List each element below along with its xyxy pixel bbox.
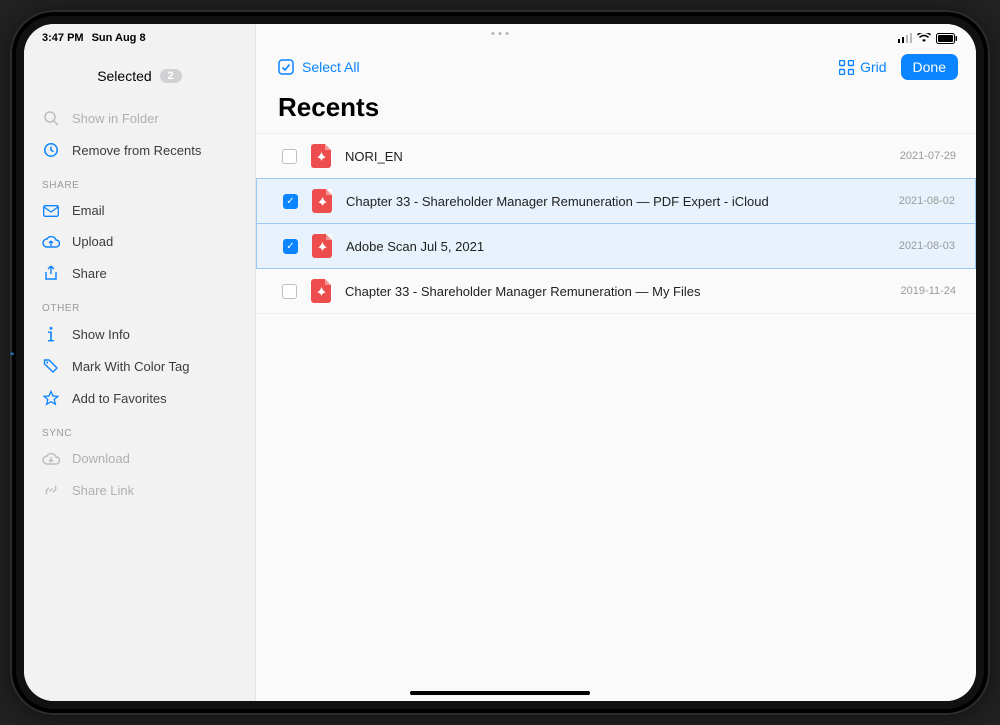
sidebar-item-show-info[interactable]: Show Info xyxy=(24,318,255,350)
share-icon xyxy=(42,265,60,281)
screen: 3:47 PM Sun Aug 8 Selected xyxy=(24,24,976,701)
done-button[interactable]: Done xyxy=(901,54,958,80)
file-row[interactable]: ✓ Chapter 33 - Shareholder Manager Remune… xyxy=(256,178,976,224)
grid-view-button[interactable]: Grid xyxy=(839,59,886,75)
battery-icon xyxy=(936,33,958,44)
sidebar-item-upload[interactable]: Upload xyxy=(24,226,255,257)
sidebar-item-email[interactable]: Email xyxy=(24,195,255,226)
select-all-label: Select All xyxy=(302,59,360,75)
clock-icon xyxy=(42,142,60,158)
pdf-file-icon xyxy=(312,189,332,213)
file-name: Chapter 33 - Shareholder Manager Remuner… xyxy=(346,194,885,209)
sidebar-item-share[interactable]: Share xyxy=(24,257,255,289)
tablet-frame: 3:47 PM Sun Aug 8 Selected xyxy=(10,10,990,715)
multitask-indicator-icon[interactable] xyxy=(492,32,509,35)
sidebar-item-remove-from-recents[interactable]: Remove from Recents xyxy=(24,134,255,166)
row-checkbox[interactable]: ✓ xyxy=(283,239,298,254)
sidebar-item-mark-with-color-tag[interactable]: Mark With Color Tag xyxy=(24,350,255,382)
file-date: 2021-08-02 xyxy=(899,195,955,207)
sidebar-item-label: Show in Folder xyxy=(72,111,159,126)
status-time: 3:47 PM xyxy=(42,32,84,44)
select-all-button[interactable]: Select All xyxy=(278,59,360,75)
sidebar-item-label: Share xyxy=(72,266,107,281)
cloud-icon xyxy=(42,235,60,249)
sidebar-item-label: Email xyxy=(72,203,105,218)
multitask-dots-icon xyxy=(10,349,12,359)
pdf-file-icon xyxy=(311,279,331,303)
file-date: 2019-11-24 xyxy=(901,285,956,297)
status-date: Sun Aug 8 xyxy=(92,32,146,44)
row-checkbox[interactable] xyxy=(282,149,297,164)
star-icon xyxy=(42,390,60,406)
select-all-icon xyxy=(278,59,294,75)
file-list: NORI_EN 2021-07-29 ✓ Chapter 33 - Sharehold… xyxy=(256,133,976,314)
link-icon xyxy=(42,482,60,498)
sidebar-item-label: Upload xyxy=(72,234,113,249)
tag-icon xyxy=(42,358,60,374)
grid-icon xyxy=(839,60,854,75)
sidebar-item-label: Show Info xyxy=(72,327,130,342)
sidebar: Selected 2 Show in Folder Remove from Rec… xyxy=(24,24,256,701)
file-name: Adobe Scan Jul 5, 2021 xyxy=(346,239,885,254)
sidebar-item-label: Share Link xyxy=(72,483,134,498)
row-checkbox[interactable]: ✓ xyxy=(283,194,298,209)
grid-label: Grid xyxy=(860,59,886,75)
pdf-file-icon xyxy=(311,144,331,168)
sidebar-item-label: Add to Favorites xyxy=(72,391,167,406)
file-row[interactable]: NORI_EN 2021-07-29 xyxy=(256,133,976,179)
info-icon xyxy=(42,326,60,342)
row-checkbox[interactable] xyxy=(282,284,297,299)
selected-count-badge: 2 xyxy=(160,69,182,83)
sidebar-item-label: Download xyxy=(72,451,130,466)
sidebar-item-share-link: Share Link xyxy=(24,474,255,506)
file-row[interactable]: Chapter 33 - Shareholder Manager Remuner… xyxy=(256,269,976,314)
download-icon xyxy=(42,452,60,466)
file-date: 2021-08-03 xyxy=(899,240,955,252)
sidebar-section-other: OTHER xyxy=(24,289,255,318)
file-name: NORI_EN xyxy=(345,149,886,164)
page-title: Recents xyxy=(256,86,976,133)
selected-label: Selected xyxy=(97,68,151,84)
file-date: 2021-07-29 xyxy=(900,150,956,162)
selection-header: Selected 2 xyxy=(24,60,255,102)
home-indicator[interactable] xyxy=(410,691,590,695)
file-name: Chapter 33 - Shareholder Manager Remuner… xyxy=(345,284,887,299)
sidebar-item-download: Download xyxy=(24,443,255,474)
file-row[interactable]: ✓ Adobe Scan Jul 5, 2021 2021-08-03 xyxy=(256,224,976,269)
search-icon xyxy=(42,110,60,126)
sidebar-item-label: Mark With Color Tag xyxy=(72,359,190,374)
sidebar-item-label: Remove from Recents xyxy=(72,143,201,158)
sidebar-section-sync: SYNC xyxy=(24,414,255,443)
status-bar: 3:47 PM Sun Aug 8 xyxy=(24,28,976,48)
mail-icon xyxy=(42,205,60,217)
pdf-file-icon xyxy=(312,234,332,258)
sidebar-item-add-to-favorites[interactable]: Add to Favorites xyxy=(24,382,255,414)
signal-icon xyxy=(898,33,912,43)
wifi-icon xyxy=(917,33,931,43)
sidebar-item-show-in-folder: Show in Folder xyxy=(24,102,255,134)
sidebar-section-share: SHARE xyxy=(24,166,255,195)
main-panel: Select All Grid Done Recents NORI_EN 2021… xyxy=(256,24,976,701)
